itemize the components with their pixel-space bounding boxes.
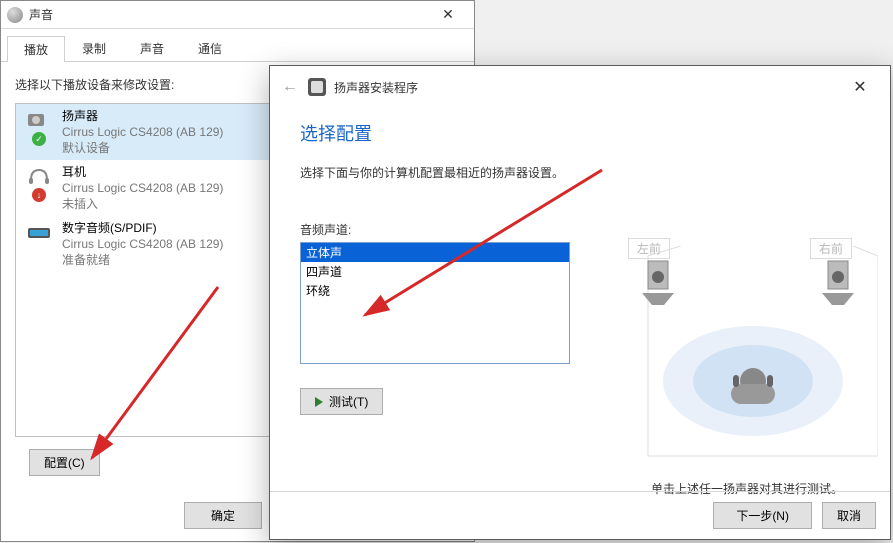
tab-sounds[interactable]: 声音 <box>123 35 181 61</box>
ok-button[interactable]: 确定 <box>184 502 262 529</box>
close-button[interactable]: ✕ <box>428 6 468 23</box>
device-status: 准备就绪 <box>62 252 223 268</box>
wizard-header: ← 扬声器安装程序 ✕ <box>270 66 890 108</box>
test-button[interactable]: 测试(T) <box>300 388 383 415</box>
device-name: 数字音频(S/PDIF) <box>62 220 223 236</box>
option-surround[interactable]: 环绕 <box>301 281 569 300</box>
cancel-button[interactable]: 取消 <box>822 502 876 529</box>
speaker-icon <box>26 110 52 130</box>
device-desc: Cirrus Logic CS4208 (AB 129) <box>62 236 223 252</box>
back-arrow-icon: ← <box>282 78 298 96</box>
device-desc: Cirrus Logic CS4208 (AB 129) <box>62 124 223 140</box>
down-arrow-icon: ↓ <box>32 188 46 202</box>
intro-text: 选择下面与你的计算机配置最相近的扬声器设置。 <box>300 164 590 181</box>
wizard-title: 扬声器安装程序 <box>334 79 842 96</box>
device-status: 未插入 <box>62 196 223 212</box>
next-button[interactable]: 下一步(N) <box>713 502 812 529</box>
wizard-footer: 下一步(N) 取消 <box>270 491 890 539</box>
room-diagram <box>618 246 878 476</box>
tabs: 播放 录制 声音 通信 <box>1 29 474 62</box>
device-name: 耳机 <box>62 164 223 180</box>
device-name: 扬声器 <box>62 108 223 124</box>
tab-playback[interactable]: 播放 <box>7 36 65 62</box>
tab-communications[interactable]: 通信 <box>181 35 239 61</box>
speaker-program-icon <box>308 78 326 96</box>
titlebar: 声音 ✕ <box>1 1 474 29</box>
device-desc: Cirrus Logic CS4208 (AB 129) <box>62 180 223 196</box>
test-label: 测试(T) <box>329 393 368 410</box>
check-icon: ✓ <box>32 132 46 146</box>
headphone-icon <box>26 166 52 186</box>
speaker-visualizer: 左前 右前 单击上述任一扬声器对其进行测试。 <box>618 108 860 415</box>
spdif-icon <box>26 222 52 242</box>
play-icon <box>315 397 323 407</box>
channel-label: 音频声道: <box>300 221 590 238</box>
device-status: 默认设备 <box>62 140 223 156</box>
option-quad[interactable]: 四声道 <box>301 262 569 281</box>
right-speaker-icon[interactable] <box>822 261 854 305</box>
option-stereo[interactable]: 立体声 <box>301 243 569 262</box>
page-title: 选择配置 <box>300 120 590 146</box>
speaker-setup-dialog: ← 扬声器安装程序 ✕ 选择配置 选择下面与你的计算机配置最相近的扬声器设置。 … <box>269 65 891 540</box>
tab-recording[interactable]: 录制 <box>65 35 123 61</box>
channel-listbox[interactable]: 立体声 四声道 环绕 <box>300 242 570 364</box>
window-title: 声音 <box>29 6 428 23</box>
left-speaker-icon[interactable] <box>642 261 674 305</box>
configure-button[interactable]: 配置(C) <box>29 449 100 476</box>
sound-app-icon <box>7 7 23 23</box>
close-button[interactable]: ✕ <box>842 77 878 97</box>
